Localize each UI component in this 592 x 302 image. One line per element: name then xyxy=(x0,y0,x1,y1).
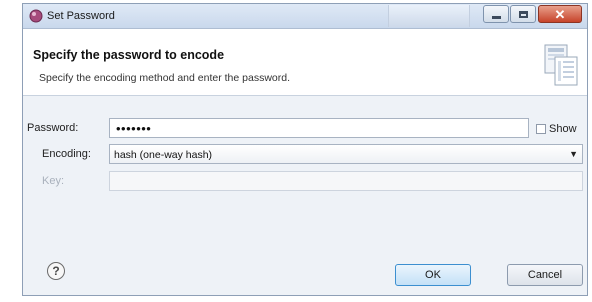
show-label[interactable]: Show xyxy=(549,123,577,135)
minimize-button[interactable] xyxy=(483,5,509,23)
dialog-header: Specify the password to encode Specify t… xyxy=(23,29,587,96)
cancel-button[interactable]: Cancel xyxy=(507,264,583,286)
help-icon: ? xyxy=(52,264,60,278)
maximize-icon xyxy=(518,10,528,18)
close-button[interactable]: ✕ xyxy=(538,5,582,23)
show-checkbox[interactable] xyxy=(536,124,546,134)
window-title: Set Password xyxy=(47,10,115,22)
title-bar-glass xyxy=(388,5,470,27)
minimize-icon xyxy=(491,15,501,19)
password-label: Password: xyxy=(27,122,79,134)
set-password-dialog: Set Password ✕ Specify the password to e… xyxy=(22,3,588,296)
title-bar[interactable]: Set Password ✕ xyxy=(23,4,587,29)
header-title: Specify the password to encode xyxy=(33,48,225,62)
close-icon: ✕ xyxy=(554,6,566,22)
encoding-select[interactable]: hash (one-way hash) ▼ xyxy=(109,144,583,164)
help-button[interactable]: ? xyxy=(47,262,65,280)
maximize-button[interactable] xyxy=(510,5,536,23)
ok-label: OK xyxy=(425,269,441,281)
ok-button[interactable]: OK xyxy=(395,264,471,286)
header-description: Specify the encoding method and enter th… xyxy=(39,72,290,84)
key-field[interactable] xyxy=(109,171,583,191)
cancel-label: Cancel xyxy=(527,269,563,281)
password-value: ••••••• xyxy=(116,121,152,136)
password-field[interactable]: ••••••• xyxy=(109,118,529,138)
encoding-label: Encoding: xyxy=(42,148,91,160)
chevron-down-icon: ▼ xyxy=(569,149,578,159)
set-password-icon xyxy=(29,9,43,23)
encoding-value: hash (one-way hash) xyxy=(114,149,213,161)
key-label: Key: xyxy=(42,175,65,187)
document-wizard-icon xyxy=(544,44,578,86)
